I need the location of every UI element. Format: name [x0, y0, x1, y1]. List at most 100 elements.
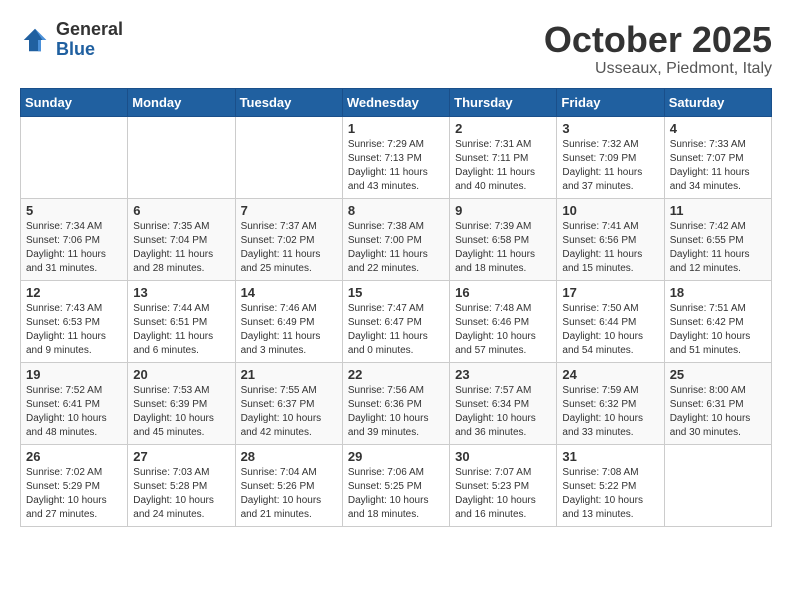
day-info: Sunrise: 7:52 AM Sunset: 6:41 PM Dayligh… — [26, 384, 122, 440]
calendar-cell — [235, 116, 342, 198]
calendar-cell: 3 Sunrise: 7:32 AM Sunset: 7:09 PM Daylig… — [557, 116, 664, 198]
day-number: 19 — [26, 367, 122, 382]
calendar-cell: 8 Sunrise: 7:38 AM Sunset: 7:00 PM Daylig… — [342, 198, 449, 280]
weekday-header-sunday: Sunday — [21, 88, 128, 116]
calendar-cell: 14 Sunrise: 7:46 AM Sunset: 6:49 PM Dayli… — [235, 280, 342, 362]
logo-icon — [20, 25, 50, 55]
day-info: Sunrise: 7:38 AM Sunset: 7:00 PM Dayligh… — [348, 220, 444, 276]
calendar-cell: 9Sunrise: 7:39 AM Sunset: 6:58 PM Daylig… — [450, 198, 557, 280]
calendar-cell: 24 Sunrise: 7:59 AM Sunset: 6:32 PM Dayli… — [557, 362, 664, 444]
calendar-week-5: 26Sunrise: 7:02 AM Sunset: 5:29 PM Dayli… — [21, 444, 772, 526]
calendar-cell — [664, 444, 771, 526]
calendar-week-1: 1 Sunrise: 7:29 AM Sunset: 7:13 PM Daylig… — [21, 116, 772, 198]
day-number: 8 — [348, 203, 444, 218]
calendar-cell: 26Sunrise: 7:02 AM Sunset: 5:29 PM Dayli… — [21, 444, 128, 526]
day-number: 2 — [455, 121, 551, 136]
day-number: 23 — [455, 367, 551, 382]
day-info: Sunrise: 7:35 AM Sunset: 7:04 PM Dayligh… — [133, 220, 229, 276]
calendar-cell: 1 Sunrise: 7:29 AM Sunset: 7:13 PM Daylig… — [342, 116, 449, 198]
day-info: Sunrise: 7:44 AM Sunset: 6:51 PM Dayligh… — [133, 302, 229, 358]
day-number: 7 — [241, 203, 337, 218]
calendar-cell — [21, 116, 128, 198]
day-number: 11 — [670, 203, 766, 218]
day-info: Sunrise: 7:43 AM Sunset: 6:53 PM Dayligh… — [26, 302, 122, 358]
day-info: Sunrise: 7:59 AM Sunset: 6:32 PM Dayligh… — [562, 384, 658, 440]
day-info: Sunrise: 7:41 AM Sunset: 6:56 PM Dayligh… — [562, 220, 658, 276]
weekday-header-tuesday: Tuesday — [235, 88, 342, 116]
day-info: Sunrise: 7:51 AM Sunset: 6:42 PM Dayligh… — [670, 302, 766, 358]
calendar-week-3: 12 Sunrise: 7:43 AM Sunset: 6:53 PM Dayli… — [21, 280, 772, 362]
calendar-cell: 11 Sunrise: 7:42 AM Sunset: 6:55 PM Dayli… — [664, 198, 771, 280]
day-number: 1 — [348, 121, 444, 136]
calendar-cell: 4Sunrise: 7:33 AM Sunset: 7:07 PM Daylig… — [664, 116, 771, 198]
day-info: Sunrise: 8:00 AM Sunset: 6:31 PM Dayligh… — [670, 384, 766, 440]
day-info: Sunrise: 7:55 AM Sunset: 6:37 PM Dayligh… — [241, 384, 337, 440]
day-number: 27 — [133, 449, 229, 464]
day-number: 17 — [562, 285, 658, 300]
day-info: Sunrise: 7:42 AM Sunset: 6:55 PM Dayligh… — [670, 220, 766, 276]
day-info: Sunrise: 7:53 AM Sunset: 6:39 PM Dayligh… — [133, 384, 229, 440]
day-number: 5 — [26, 203, 122, 218]
calendar-cell: 20 Sunrise: 7:53 AM Sunset: 6:39 PM Dayli… — [128, 362, 235, 444]
day-number: 10 — [562, 203, 658, 218]
calendar-cell: 25 Sunrise: 8:00 AM Sunset: 6:31 PM Dayli… — [664, 362, 771, 444]
location: Usseaux, Piedmont, Italy — [544, 60, 772, 78]
weekday-header-thursday: Thursday — [450, 88, 557, 116]
weekday-header-saturday: Saturday — [664, 88, 771, 116]
day-number: 12 — [26, 285, 122, 300]
day-number: 9 — [455, 203, 551, 218]
weekday-header-monday: Monday — [128, 88, 235, 116]
day-info: Sunrise: 7:31 AM Sunset: 7:11 PM Dayligh… — [455, 138, 551, 194]
day-info: Sunrise: 7:03 AM Sunset: 5:28 PM Dayligh… — [133, 466, 229, 522]
day-number: 30 — [455, 449, 551, 464]
day-number: 21 — [241, 367, 337, 382]
calendar-cell: 6 Sunrise: 7:35 AM Sunset: 7:04 PM Daylig… — [128, 198, 235, 280]
day-number: 3 — [562, 121, 658, 136]
calendar-cell: 22 Sunrise: 7:56 AM Sunset: 6:36 PM Dayli… — [342, 362, 449, 444]
day-number: 13 — [133, 285, 229, 300]
day-info: Sunrise: 7:50 AM Sunset: 6:44 PM Dayligh… — [562, 302, 658, 358]
logo-text: General Blue — [56, 20, 123, 60]
day-info: Sunrise: 7:07 AM Sunset: 5:23 PM Dayligh… — [455, 466, 551, 522]
title-block: October 2025 Usseaux, Piedmont, Italy — [544, 20, 772, 78]
day-info: Sunrise: 7:32 AM Sunset: 7:09 PM Dayligh… — [562, 138, 658, 194]
month-title: October 2025 — [544, 20, 772, 60]
calendar-cell: 15Sunrise: 7:47 AM Sunset: 6:47 PM Dayli… — [342, 280, 449, 362]
day-number: 22 — [348, 367, 444, 382]
logo: General Blue — [20, 20, 123, 60]
day-info: Sunrise: 7:33 AM Sunset: 7:07 PM Dayligh… — [670, 138, 766, 194]
calendar-cell: 13 Sunrise: 7:44 AM Sunset: 6:51 PM Dayli… — [128, 280, 235, 362]
day-info: Sunrise: 7:29 AM Sunset: 7:13 PM Dayligh… — [348, 138, 444, 194]
calendar-cell: 2 Sunrise: 7:31 AM Sunset: 7:11 PM Daylig… — [450, 116, 557, 198]
calendar-cell: 12 Sunrise: 7:43 AM Sunset: 6:53 PM Dayli… — [21, 280, 128, 362]
calendar-cell: 31 Sunrise: 7:08 AM Sunset: 5:22 PM Dayli… — [557, 444, 664, 526]
day-number: 31 — [562, 449, 658, 464]
day-number: 28 — [241, 449, 337, 464]
logo-blue: Blue — [56, 40, 123, 60]
logo-general: General — [56, 20, 123, 40]
calendar-cell: 5Sunrise: 7:34 AM Sunset: 7:06 PM Daylig… — [21, 198, 128, 280]
calendar-cell: 7 Sunrise: 7:37 AM Sunset: 7:02 PM Daylig… — [235, 198, 342, 280]
weekday-header-row: SundayMondayTuesdayWednesdayThursdayFrid… — [21, 88, 772, 116]
calendar-cell: 18 Sunrise: 7:51 AM Sunset: 6:42 PM Dayli… — [664, 280, 771, 362]
calendar-cell: 19 Sunrise: 7:52 AM Sunset: 6:41 PM Dayli… — [21, 362, 128, 444]
calendar-cell: 28Sunrise: 7:04 AM Sunset: 5:26 PM Dayli… — [235, 444, 342, 526]
day-info: Sunrise: 7:06 AM Sunset: 5:25 PM Dayligh… — [348, 466, 444, 522]
day-number: 18 — [670, 285, 766, 300]
day-number: 14 — [241, 285, 337, 300]
day-number: 20 — [133, 367, 229, 382]
day-number: 6 — [133, 203, 229, 218]
day-number: 25 — [670, 367, 766, 382]
day-info: Sunrise: 7:56 AM Sunset: 6:36 PM Dayligh… — [348, 384, 444, 440]
calendar-cell: 30 Sunrise: 7:07 AM Sunset: 5:23 PM Dayli… — [450, 444, 557, 526]
day-info: Sunrise: 7:46 AM Sunset: 6:49 PM Dayligh… — [241, 302, 337, 358]
weekday-header-friday: Friday — [557, 88, 664, 116]
calendar-cell: 29Sunrise: 7:06 AM Sunset: 5:25 PM Dayli… — [342, 444, 449, 526]
day-number: 16 — [455, 285, 551, 300]
calendar-cell: 10 Sunrise: 7:41 AM Sunset: 6:56 PM Dayli… — [557, 198, 664, 280]
day-number: 24 — [562, 367, 658, 382]
day-info: Sunrise: 7:08 AM Sunset: 5:22 PM Dayligh… — [562, 466, 658, 522]
calendar-cell: 27 Sunrise: 7:03 AM Sunset: 5:28 PM Dayli… — [128, 444, 235, 526]
day-info: Sunrise: 7:37 AM Sunset: 7:02 PM Dayligh… — [241, 220, 337, 276]
calendar-table: SundayMondayTuesdayWednesdayThursdayFrid… — [20, 88, 772, 527]
